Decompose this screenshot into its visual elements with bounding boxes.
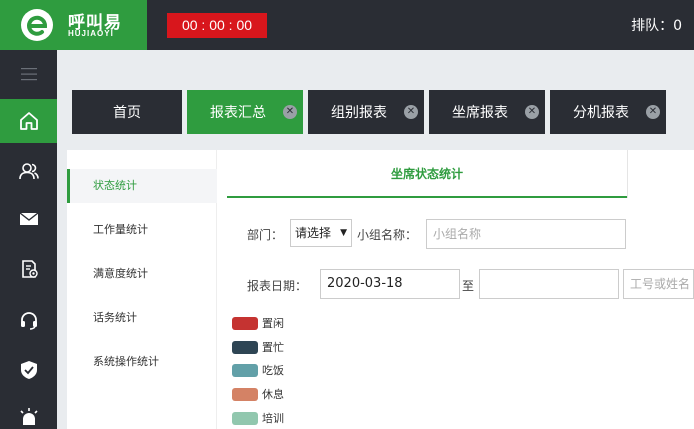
logo-icon: [21, 9, 53, 41]
legend-item[interactable]: 置忙: [232, 340, 284, 354]
logo-subtext: HUJIAOYI: [68, 29, 114, 38]
tab-group-report[interactable]: 组别报表 ✕: [308, 90, 424, 134]
legend-item[interactable]: 培训: [232, 411, 284, 425]
legend-swatch: [232, 363, 258, 377]
home-icon: [19, 112, 38, 130]
dept-label: 部门：: [247, 228, 284, 242]
tab-extension-report[interactable]: 分机报表 ✕: [550, 90, 666, 134]
legend-label: 置忙: [262, 341, 284, 354]
headset-icon: [20, 312, 37, 330]
tab-divider: [627, 150, 628, 198]
agent-search-input[interactable]: 工号或姓名: [623, 269, 694, 299]
report-submenu: 状态统计 工作量统计 满意度统计 话务统计 系统操作统计: [67, 150, 217, 429]
close-icon[interactable]: ✕: [404, 105, 418, 119]
nav-home[interactable]: [0, 99, 57, 143]
group-label: 小组名称：: [357, 228, 418, 242]
dept-select[interactable]: 请选择 ▼: [290, 219, 352, 247]
submenu-item-satisfaction[interactable]: 满意度统计: [67, 257, 217, 291]
tab-label: 首页: [113, 105, 141, 121]
caret-down-icon: ▼: [340, 228, 347, 238]
users-icon: [18, 163, 39, 180]
mail-icon: [19, 212, 38, 225]
legend-label: 休息: [262, 388, 284, 401]
group-name-input[interactable]: 小组名称: [426, 219, 626, 249]
submenu-item-traffic[interactable]: 话务统计: [67, 301, 217, 335]
tab-report-summary[interactable]: 报表汇总 ✕: [187, 90, 303, 134]
submenu-item-workload[interactable]: 工作量统计: [67, 213, 217, 247]
close-icon[interactable]: ✕: [525, 105, 539, 119]
date-to-label: 至: [462, 279, 475, 293]
menu-toggle-icon: [20, 68, 37, 81]
tab-agent-report[interactable]: 坐席报表 ✕: [429, 90, 545, 134]
shield-check-icon: [20, 361, 37, 379]
main-panel: 坐席状态统计 部门： 请选择 ▼ 小组名称： 小组名称 报表日期： 2020-0…: [217, 150, 694, 429]
nav-alarm[interactable]: [0, 396, 57, 429]
date-to-input[interactable]: [479, 269, 619, 299]
nav-users[interactable]: [0, 149, 57, 193]
logo: 呼叫易 HUJIAOYI: [0, 0, 147, 50]
call-timer: 00 : 00 : 00: [167, 13, 267, 38]
nav-security[interactable]: [0, 348, 57, 392]
nav-mail[interactable]: [0, 197, 57, 241]
close-icon[interactable]: ✕: [283, 105, 297, 119]
legend-swatch: [232, 387, 258, 401]
legend-label: 培训: [262, 412, 284, 425]
left-nav: [0, 50, 57, 429]
submenu-item-system-ops[interactable]: 系统操作统计: [67, 345, 217, 379]
date-label: 报表日期：: [247, 279, 308, 293]
nav-reports[interactable]: [0, 247, 57, 291]
legend-label: 吃饭: [262, 364, 284, 377]
legend-swatch: [232, 316, 258, 330]
legend-swatch: [232, 340, 258, 354]
submenu-item-status[interactable]: 状态统计: [67, 169, 217, 203]
legend-item[interactable]: 休息: [232, 387, 284, 401]
report-settings-icon: [21, 260, 38, 278]
menu-toggle-button[interactable]: [0, 52, 57, 96]
legend-item[interactable]: 吃饭: [232, 363, 284, 377]
legend-label: 置闲: [262, 317, 284, 330]
queue-count: 排队：0: [631, 18, 682, 34]
close-icon[interactable]: ✕: [646, 105, 660, 119]
nav-headset[interactable]: [0, 298, 57, 342]
dept-select-value: 请选择: [295, 226, 332, 240]
legend-item[interactable]: 置闲: [232, 316, 284, 330]
alarm-icon: [19, 408, 38, 425]
tab-agent-status-stats[interactable]: 坐席状态统计: [227, 150, 627, 198]
top-header: 呼叫易 HUJIAOYI 00 : 00 : 00 排队：0: [0, 0, 694, 50]
date-from-input[interactable]: 2020-03-18: [320, 269, 460, 299]
legend-swatch: [232, 411, 258, 425]
tab-home[interactable]: 首页: [72, 90, 182, 134]
